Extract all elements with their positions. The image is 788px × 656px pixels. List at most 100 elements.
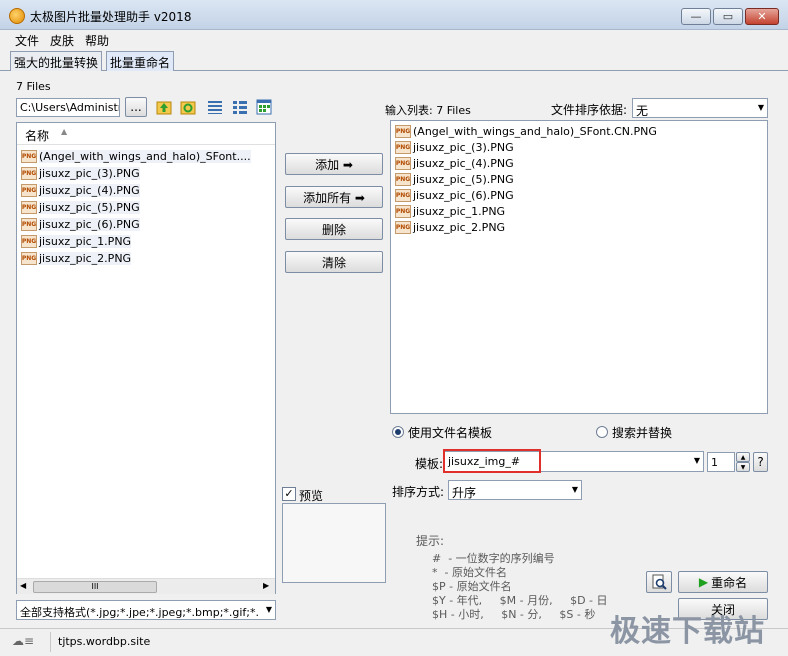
file-name: jisuxz_pic_(6).PNG xyxy=(413,188,514,202)
file-name: jisuxz_pic_(5).PNG xyxy=(39,200,140,214)
start-number-input[interactable]: 1 xyxy=(707,452,735,472)
png-file-icon: PNG xyxy=(21,149,37,163)
use-template-label: 使用文件名模板 xyxy=(408,426,493,440)
png-file-icon: PNG xyxy=(21,183,37,197)
rename-button-label: 重命名 xyxy=(711,575,748,590)
input-file-row[interactable]: PNG jisuxz_pic_(5).PNG xyxy=(395,171,514,187)
sort-by-select[interactable]: 无 ▼ xyxy=(632,98,768,118)
tab-batch-rename[interactable]: 批量重命名 xyxy=(106,51,175,71)
source-file-list[interactable]: 名称 ▲ PNG (Angel_with_wings_and_halo)_SFon… xyxy=(16,122,276,594)
input-file-row[interactable]: PNG jisuxz_pic_(4).PNG xyxy=(395,155,514,171)
tab-bar: 强大的批量转换 批量重命名 xyxy=(0,50,788,71)
input-file-row[interactable]: PNG jisuxz_pic_(6).PNG xyxy=(395,187,514,203)
minimize-button[interactable]: — xyxy=(681,8,711,25)
column-header[interactable]: 名称 ▲ xyxy=(17,123,275,145)
png-file-icon: PNG xyxy=(395,220,411,234)
scroll-right-icon[interactable]: ▶ xyxy=(263,581,269,590)
file-name: jisuxz_pic_2.PNG xyxy=(39,251,132,265)
template-label: 模板: xyxy=(415,457,444,471)
view-thumbnails-icon[interactable] xyxy=(256,99,272,115)
view-details-icon[interactable] xyxy=(232,99,248,115)
search-replace-label: 搜索并替换 xyxy=(612,426,673,440)
menu-bar: 文件 皮肤 帮助 xyxy=(0,30,788,50)
png-file-icon: PNG xyxy=(395,172,411,186)
spin-down-icon[interactable]: ▼ xyxy=(736,462,750,472)
preview-area xyxy=(282,503,386,583)
status-icon: ☁≡ xyxy=(12,634,35,648)
delete-button[interactable]: 删除 xyxy=(285,218,383,240)
source-file-row[interactable]: PNG jisuxz_pic_(4).PNG xyxy=(21,182,140,198)
watermark-logo: 极速下载站 xyxy=(610,614,765,649)
source-file-row[interactable]: PNG jisuxz_pic_(6).PNG xyxy=(21,216,140,232)
play-icon: ▶ xyxy=(698,575,709,589)
menu-help[interactable]: 帮助 xyxy=(85,32,109,49)
preview-label: 预览 xyxy=(299,489,324,503)
preview-checkbox[interactable]: ✓ xyxy=(282,487,296,501)
png-file-icon: PNG xyxy=(395,124,411,138)
title-bar: 太极图片批量处理助手 v2018 — ▭ ✕ xyxy=(0,0,788,30)
tab-batch-convert[interactable]: 强大的批量转换 xyxy=(10,51,103,71)
source-file-row[interactable]: PNG (Angel_with_wings_and_halo)_SFont.... xyxy=(21,148,251,164)
chevron-down-icon: ▼ xyxy=(265,605,272,614)
source-file-row[interactable]: PNG jisuxz_pic_2.PNG xyxy=(21,250,132,266)
sort-by-value: 无 xyxy=(636,104,649,118)
help-button[interactable]: ? xyxy=(753,452,768,472)
magnifier-icon xyxy=(652,574,667,590)
scroll-left-icon[interactable]: ◀ xyxy=(20,581,26,590)
use-template-radio[interactable] xyxy=(392,426,404,438)
file-name: (Angel_with_wings_and_halo)_SFont.... xyxy=(39,149,251,163)
file-name: (Angel_with_wings_and_halo)_SFont.CN.PNG xyxy=(413,124,657,138)
add-button[interactable]: 添加 ➡ xyxy=(285,153,383,175)
rename-button[interactable]: ▶ 重命名 xyxy=(678,571,768,593)
search-replace-radio[interactable] xyxy=(596,426,608,438)
highlight-box xyxy=(443,449,541,473)
folder-up-icon[interactable] xyxy=(156,99,172,115)
png-file-icon: PNG xyxy=(395,156,411,170)
spin-up-icon[interactable]: ▲ xyxy=(736,452,750,462)
status-url: tjtps.wordbp.site xyxy=(58,635,151,648)
add-all-button[interactable]: 添加所有 ➡ xyxy=(285,186,383,208)
path-input[interactable]: C:\Users\Administrat xyxy=(16,98,120,117)
sort-by-label: 文件排序依据: xyxy=(551,103,628,117)
refresh-icon[interactable] xyxy=(180,99,196,115)
source-file-row[interactable]: PNG jisuxz_pic_(3).PNG xyxy=(21,165,140,181)
input-file-list[interactable]: PNG (Angel_with_wings_and_halo)_SFont.CN.… xyxy=(390,120,768,414)
sort-ascending-icon: ▲ xyxy=(61,127,68,136)
png-file-icon: PNG xyxy=(21,217,37,231)
maximize-button[interactable]: ▭ xyxy=(713,8,743,25)
order-select[interactable]: 升序 ▼ xyxy=(448,480,582,500)
view-list-icon[interactable] xyxy=(207,99,223,115)
browse-button[interactable]: ... xyxy=(125,97,147,117)
file-name: jisuxz_pic_(6).PNG xyxy=(39,217,140,231)
png-file-icon: PNG xyxy=(21,234,37,248)
app-icon xyxy=(9,8,25,24)
clear-button[interactable]: 清除 xyxy=(285,251,383,273)
preview-search-button[interactable] xyxy=(646,571,672,593)
horizontal-scrollbar[interactable]: ◀ III ▶ xyxy=(17,578,275,594)
close-window-button[interactable]: ✕ xyxy=(745,8,779,25)
input-file-row[interactable]: PNG (Angel_with_wings_and_halo)_SFont.CN.… xyxy=(395,123,657,139)
file-count: 7 Files xyxy=(16,80,51,93)
input-file-row[interactable]: PNG jisuxz_pic_1.PNG xyxy=(395,203,505,219)
png-file-icon: PNG xyxy=(395,188,411,202)
file-type-filter-value: 全部支持格式(*.jpg;*.jpe;*.jpeg;*.bmp;*.gif;*. xyxy=(20,606,260,619)
input-file-row[interactable]: PNG jisuxz_pic_2.PNG xyxy=(395,219,505,235)
chevron-down-icon: ▼ xyxy=(571,485,578,494)
file-type-filter-select[interactable]: 全部支持格式(*.jpg;*.jpe;*.jpeg;*.bmp;*.gif;*.… xyxy=(16,600,276,620)
order-value: 升序 xyxy=(452,486,477,500)
window-title: 太极图片批量处理助手 v2018 xyxy=(30,10,192,24)
input-list-label: 输入列表: 7 Files xyxy=(385,104,471,117)
png-file-icon: PNG xyxy=(21,200,37,214)
scroll-thumb[interactable]: III xyxy=(33,581,157,593)
file-name: jisuxz_pic_(3).PNG xyxy=(39,166,140,180)
chevron-down-icon: ▼ xyxy=(693,456,700,465)
name-column-label: 名称 xyxy=(25,129,50,143)
file-name: jisuxz_pic_(3).PNG xyxy=(413,140,514,154)
source-file-row[interactable]: PNG jisuxz_pic_1.PNG xyxy=(21,233,132,249)
input-file-row[interactable]: PNG jisuxz_pic_(3).PNG xyxy=(395,139,514,155)
source-file-row[interactable]: PNG jisuxz_pic_(5).PNG xyxy=(21,199,140,215)
file-name: jisuxz_pic_2.PNG xyxy=(413,220,506,234)
order-label: 排序方式: xyxy=(392,485,445,499)
menu-file[interactable]: 文件 xyxy=(15,32,39,49)
menu-skin[interactable]: 皮肤 xyxy=(50,32,74,49)
